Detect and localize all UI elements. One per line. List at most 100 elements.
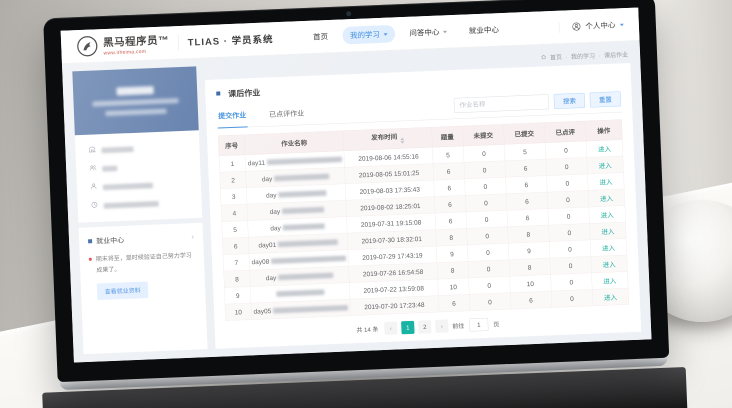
nav-item-1[interactable]: 首页: [305, 27, 336, 46]
user-menu-label: 个人中心: [585, 20, 615, 32]
homework-name-fragment: day01: [258, 241, 276, 249]
nav-item-3[interactable]: 问答中心: [402, 22, 455, 42]
employment-header[interactable]: 就业中心 ›: [88, 232, 194, 246]
enter-link[interactable]: 进入: [601, 211, 614, 219]
breadcrumb-item-1[interactable]: 首页: [550, 53, 562, 62]
page-buttons: 12: [401, 320, 431, 334]
section-bullet: [88, 239, 92, 243]
masked-class-line: [93, 98, 179, 106]
employment-panel: 就业中心 › 期末将至，是时候验证自己努力学习成果了。 查看就业资料: [79, 223, 206, 312]
prev-page-button[interactable]: ‹: [384, 322, 398, 336]
header-divider: [178, 34, 179, 50]
masked-text: [283, 223, 325, 230]
cell-unsubmitted: 0: [464, 177, 506, 195]
breadcrumb-item-2[interactable]: 我的学习: [571, 51, 595, 60]
student-profile-card: [72, 66, 198, 135]
cell-reviewed: 0: [545, 141, 587, 159]
enter-link[interactable]: 进入: [603, 260, 616, 268]
cell-unsubmitted: 0: [466, 210, 508, 228]
heima-logo-icon[interactable]: [76, 35, 99, 58]
enter-link[interactable]: 进入: [602, 244, 615, 252]
cell-total: 5: [432, 146, 464, 164]
tab-reviewed-homework[interactable]: 已点评作业: [268, 103, 306, 126]
cell-reviewed: 0: [550, 273, 592, 291]
cell-seq: 3: [220, 188, 247, 206]
goto-page-input[interactable]: [469, 318, 489, 332]
masked-text: [267, 156, 342, 165]
search-bar: 搜索 重置: [454, 91, 622, 117]
cell-submitted: 6: [506, 192, 548, 210]
search-input[interactable]: [454, 94, 550, 113]
homework-name-fragment: day: [270, 207, 281, 215]
enter-link[interactable]: 进入: [599, 162, 612, 170]
homework-name-fragment: day08: [251, 257, 269, 265]
cell-reviewed: 0: [547, 190, 589, 208]
brand-name: 黑马程序员™: [103, 32, 170, 50]
col-header-6: 已提交: [503, 123, 545, 145]
col-header-label: 操作: [597, 127, 610, 135]
user-avatar-icon: [572, 22, 581, 31]
cell-unsubmitted: 0: [463, 144, 505, 162]
search-button[interactable]: 搜索: [554, 93, 586, 109]
homework-name-fragment: day11: [248, 158, 266, 166]
col-header-8: 操作: [585, 120, 622, 141]
breadcrumb-item-3[interactable]: 课后作业: [604, 50, 628, 59]
enter-link[interactable]: 进入: [598, 145, 611, 153]
red-dot-icon: [89, 258, 92, 261]
enter-link[interactable]: 进入: [604, 293, 617, 301]
enter-link[interactable]: 进入: [601, 227, 614, 235]
sort-icon[interactable]: [400, 136, 404, 146]
tab-submit-homework[interactable]: 提交作业: [217, 104, 248, 128]
cell-action: 进入: [591, 255, 628, 273]
enter-link[interactable]: 进入: [599, 178, 612, 186]
cell-total: 6: [433, 179, 465, 197]
col-header-4: 题量: [431, 126, 463, 147]
homework-panel: 课后作业 提交作业 已点评作业 搜索 重置: [205, 63, 641, 349]
next-page-button[interactable]: ›: [435, 319, 449, 333]
col-header-label: 已提交: [514, 130, 534, 138]
profile-row: [89, 160, 187, 174]
enter-link[interactable]: 进入: [600, 194, 613, 202]
reset-button[interactable]: 重置: [590, 91, 622, 107]
masked-text: [104, 201, 159, 209]
col-header-5: 未提交: [462, 124, 504, 146]
cell-action: 进入: [587, 156, 624, 174]
enter-link[interactable]: 进入: [603, 277, 616, 285]
breadcrumb-separator: ·: [598, 52, 600, 59]
page-button-2[interactable]: 2: [418, 320, 432, 334]
masked-text: [278, 190, 326, 197]
cell-seq: 5: [222, 221, 249, 239]
user-menu[interactable]: 个人中心: [559, 19, 624, 33]
page-title: 课后作业: [228, 86, 260, 99]
cell-reviewed: 0: [550, 256, 592, 274]
cell-action: 进入: [587, 173, 624, 191]
goto-unit: 页: [493, 320, 499, 329]
masked-text: [103, 182, 153, 190]
cell-submitted: 8: [507, 225, 549, 243]
cell-action: 进入: [591, 271, 628, 289]
brand: 黑马程序员™ www.itheima.com: [103, 32, 170, 56]
nav-item-label: 问答中心: [409, 27, 439, 39]
masked-text: [274, 173, 329, 181]
chevron-down-icon: [620, 23, 624, 28]
nav-item-2[interactable]: 我的学习: [342, 25, 395, 45]
col-header-label: 作业名称: [281, 139, 307, 148]
view-employment-button[interactable]: 查看就业资料: [97, 282, 149, 301]
cell-seq: 7: [223, 254, 250, 272]
main-nav: 首页我的学习 问答中心 就业中心: [305, 20, 507, 46]
goto-label: 前往: [452, 321, 464, 330]
masked-text: [282, 207, 324, 214]
nav-item-4[interactable]: 就业中心: [461, 20, 507, 39]
masked-text: [278, 239, 338, 247]
page-button-1[interactable]: 1: [401, 321, 415, 335]
cell-action: 进入: [589, 206, 626, 224]
campus-icon: [88, 145, 96, 155]
time-icon: [91, 201, 99, 211]
cell-submitted: 8: [509, 258, 551, 276]
web-app: 黑马程序员™ www.itheima.com TLIAS · 学员系统 首页我的…: [61, 8, 652, 363]
class-icon: [89, 164, 97, 174]
cell-reviewed: 0: [549, 240, 591, 258]
cell-total: 6: [433, 162, 465, 180]
laptop-bezel: 黑马程序员™ www.itheima.com TLIAS · 学员系统 首页我的…: [43, 0, 669, 382]
cell-submitted: 6: [505, 176, 547, 194]
